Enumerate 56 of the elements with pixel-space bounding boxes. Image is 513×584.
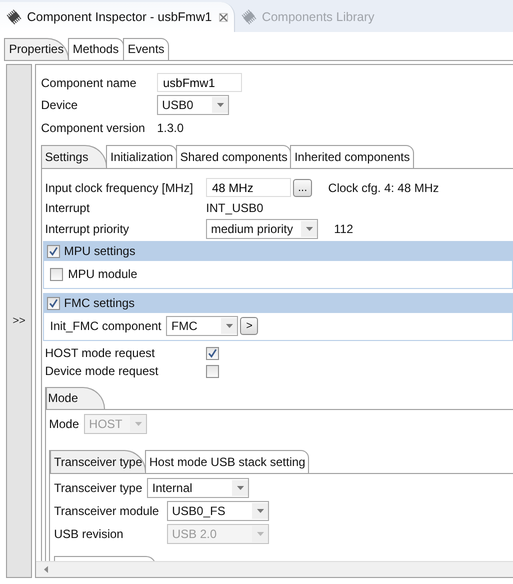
dropdown[interactable]: USB0 [157, 95, 229, 115]
dropdown[interactable]: medium priority [206, 219, 318, 239]
field-label: USB revision [54, 527, 124, 541]
tab[interactable]: Transceiver type [50, 450, 146, 473]
checkbox-label: HOST mode request [45, 346, 156, 360]
tab[interactable]: Host mode USB stack setting [145, 450, 310, 473]
dropdown[interactable]: USB0_FS [167, 501, 269, 521]
horizontal-scrollbar[interactable] [36, 561, 513, 577]
caret-icon [256, 532, 264, 536]
small-button[interactable]: > [240, 317, 258, 335]
caret-icon [216, 103, 224, 107]
dropdown[interactable]: Internal [147, 478, 250, 498]
tab[interactable]: Inherited components [290, 145, 414, 168]
chip-icon [240, 9, 257, 25]
tab[interactable]: Properties [4, 38, 69, 60]
field-label: Transceiver type [54, 481, 142, 495]
caret-icon [306, 227, 313, 231]
checkbox[interactable] [47, 296, 60, 310]
field-note: 112 [334, 222, 354, 236]
field-label: Interrupt [45, 201, 91, 215]
checkbox[interactable] [47, 244, 60, 258]
tab[interactable]: Mode [46, 387, 106, 409]
tab[interactable]: Settings [41, 145, 108, 168]
checkbox-label: MPU module [68, 267, 138, 281]
expand-button[interactable]: >> [12, 315, 26, 327]
text-field[interactable]: usbFmw1 [157, 73, 242, 92]
field-label: Transceiver module [54, 504, 160, 518]
field-label: Component name [41, 76, 138, 90]
field-value: 1.3.0 [157, 120, 184, 134]
field-value: INT_USB0 [206, 201, 264, 215]
field-label: Interrupt priority [45, 222, 130, 236]
checkbox-label: Device mode request [45, 364, 160, 378]
checkbox[interactable] [206, 364, 219, 378]
caret-icon [256, 509, 264, 513]
checkbox[interactable] [50, 268, 63, 280]
caret-icon [134, 422, 142, 426]
field-label: Init_FMC component [50, 319, 162, 333]
group-title: MPU settings [64, 244, 136, 258]
tab[interactable]: Methods [68, 38, 124, 60]
tab[interactable]: Initialization [106, 145, 178, 168]
caret-icon [236, 486, 244, 490]
small-button[interactable]: ... [293, 178, 312, 196]
field-label: Component version [41, 120, 146, 134]
caret-icon [226, 324, 233, 328]
field-note: Clock cfg. 4: 48 MHz [328, 180, 439, 194]
dropdown[interactable]: FMC [166, 316, 238, 336]
field-label: Mode [49, 417, 80, 431]
tab[interactable]: Events [122, 38, 170, 60]
chip-icon [6, 9, 22, 25]
field-label: Input clock frequency [MHz] [45, 180, 194, 194]
group-title: FMC settings [64, 296, 135, 310]
field-label: Device [41, 98, 79, 112]
checkbox[interactable] [206, 346, 219, 360]
scroll-left-icon [44, 566, 48, 573]
text-field[interactable]: 48 MHz [206, 178, 291, 197]
view-tab[interactable]: Component Inspector - usbFmw1 [0, 2, 235, 32]
